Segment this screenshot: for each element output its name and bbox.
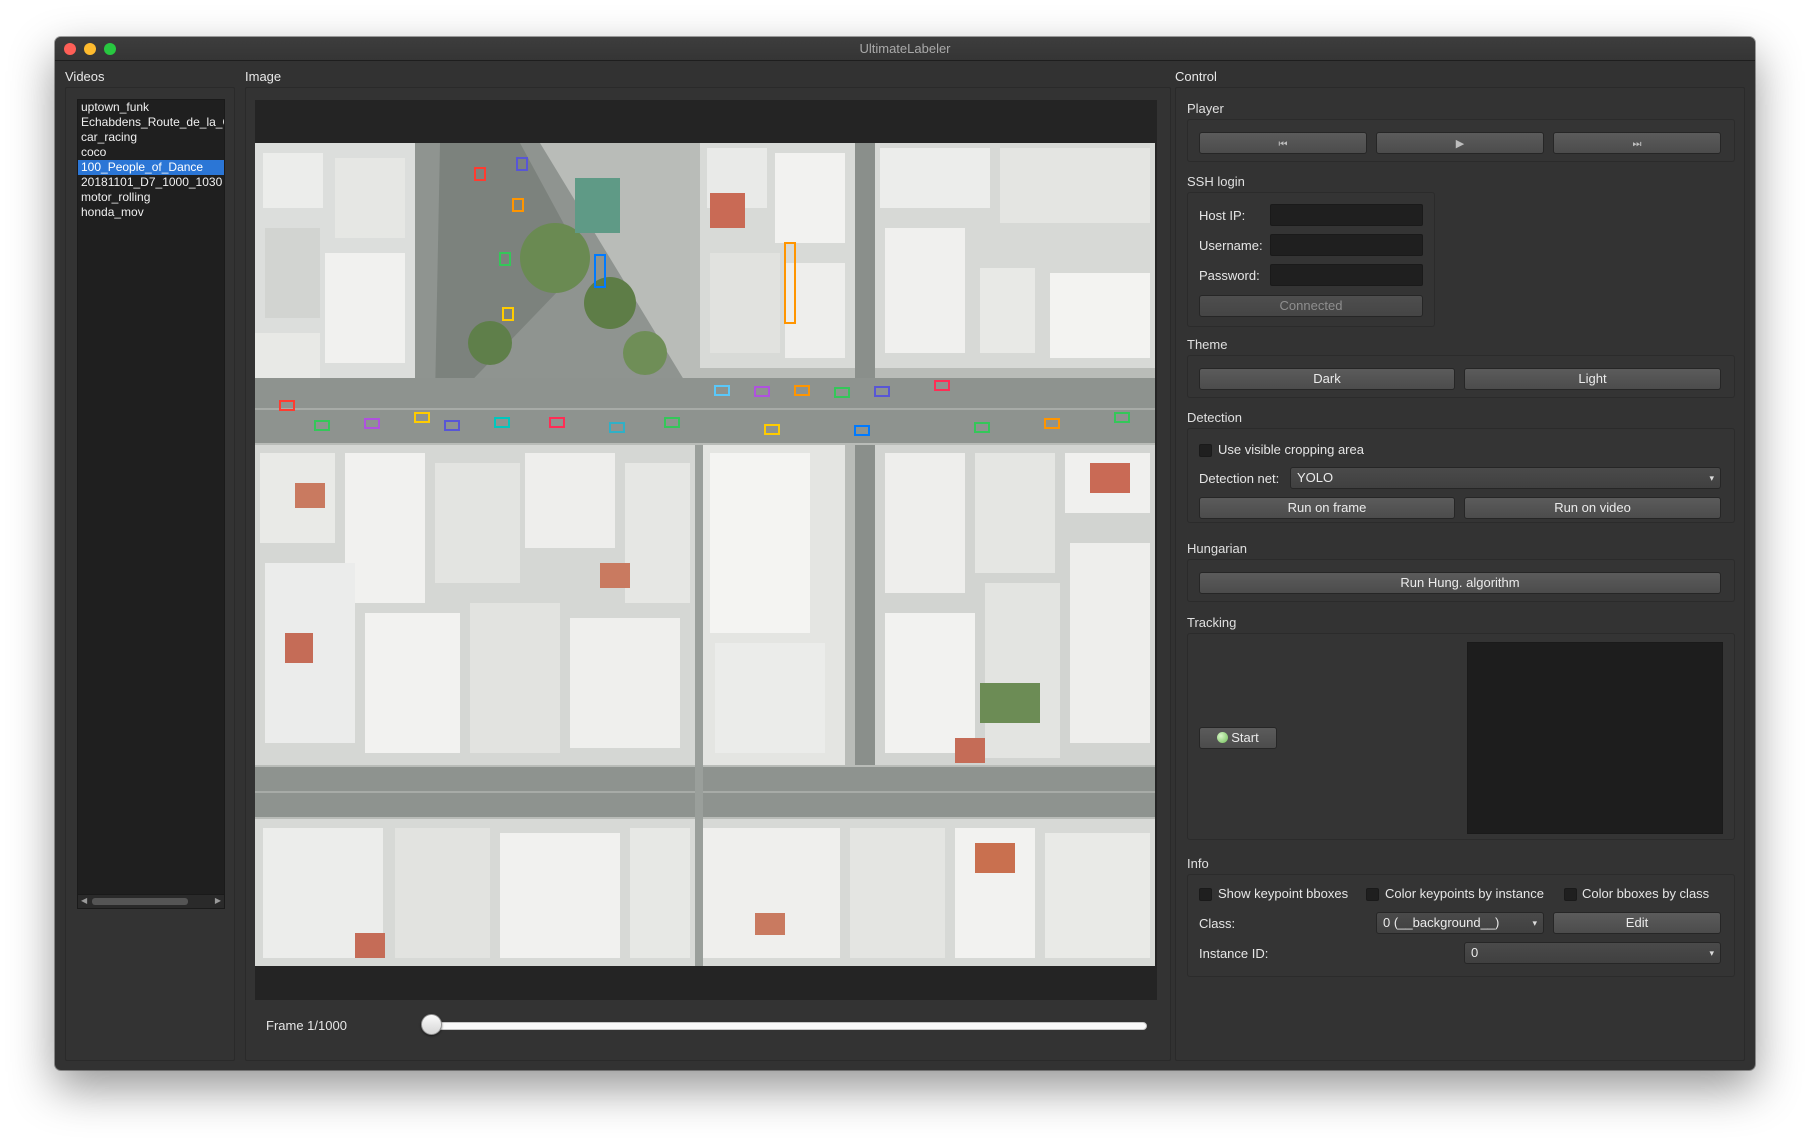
class-value: 0 (__background__) <box>1383 915 1500 930</box>
tracking-preview <box>1467 642 1723 834</box>
ssh-title: SSH login <box>1187 174 1245 189</box>
video-list-item[interactable]: coco <box>78 145 224 160</box>
class-label: Class: <box>1199 916 1236 931</box>
instance-id-select[interactable]: 0 ▾ <box>1464 942 1721 964</box>
theme-title: Theme <box>1187 337 1228 352</box>
color-bboxes-checkbox[interactable] <box>1564 888 1577 901</box>
scrollbar-thumb[interactable] <box>92 898 188 905</box>
detection-net-label: Detection net: <box>1199 471 1280 486</box>
control-label: Control <box>1175 69 1217 84</box>
cropping-area-label: Use visible cropping area <box>1218 442 1364 457</box>
color-keypoints-checkbox[interactable] <box>1366 888 1379 901</box>
password-input[interactable] <box>1270 264 1423 286</box>
detection-net-select[interactable]: YOLO ▾ <box>1290 467 1721 489</box>
light-theme-button[interactable]: Light <box>1464 368 1721 390</box>
aerial-city-image <box>255 143 1155 966</box>
password-label: Password: <box>1199 268 1260 283</box>
videos-label: Videos <box>65 69 105 84</box>
next-frame-button[interactable]: ⏭ <box>1553 132 1721 154</box>
previous-frame-button[interactable]: ⏮ <box>1199 132 1367 154</box>
color-bboxes-label: Color bboxes by class <box>1582 886 1710 901</box>
host-ip-label: Host IP: <box>1199 208 1246 223</box>
video-list-item[interactable]: honda_mov <box>78 205 224 220</box>
chevron-down-icon: ▾ <box>1532 918 1537 928</box>
player-title: Player <box>1187 101 1224 116</box>
video-list-item[interactable]: 100_People_of_Dance <box>78 160 224 175</box>
chevron-down-icon: ▾ <box>1709 473 1714 483</box>
play-icon: ▶ <box>1455 138 1465 150</box>
host-ip-input[interactable] <box>1270 204 1423 226</box>
video-list[interactable]: uptown_funk Echabdens_Route_de_la_C car_ra… <box>77 99 225 909</box>
image-viewer[interactable] <box>255 100 1157 1000</box>
app-window: UltimateLabeler Videos uptown_funk Echabd… <box>55 37 1755 1070</box>
info-title: Info <box>1187 856 1209 871</box>
hungarian-title: Hungarian <box>1187 541 1247 556</box>
video-list-item[interactable]: Echabdens_Route_de_la_C <box>78 115 224 130</box>
instance-id-label: Instance ID: <box>1199 946 1269 961</box>
show-keypoint-bboxes-checkbox[interactable] <box>1199 888 1212 901</box>
show-keypoint-bboxes-label: Show keypoint bboxes <box>1218 886 1349 901</box>
detection-title: Detection <box>1187 410 1242 425</box>
cropping-area-checkbox[interactable] <box>1199 444 1212 457</box>
window-title: UltimateLabeler <box>859 41 951 56</box>
frame-slider-handle[interactable] <box>421 1014 442 1035</box>
run-on-video-button[interactable]: Run on video <box>1464 497 1721 519</box>
video-list-item[interactable]: 20181101_D7_1000_1030 <box>78 175 224 190</box>
dark-theme-button[interactable]: Dark <box>1199 368 1455 390</box>
username-label: Username: <box>1199 238 1263 253</box>
skip-forward-icon: ⏭ <box>1632 139 1642 150</box>
status-led-icon <box>1217 732 1229 743</box>
username-input[interactable] <box>1270 234 1423 256</box>
video-list-hscrollbar[interactable]: ◀ ▶ <box>78 894 224 908</box>
edit-class-button[interactable]: Edit <box>1553 912 1721 934</box>
frame-label: Frame 1/1000 <box>266 1018 347 1033</box>
color-keypoints-label: Color keypoints by instance <box>1385 886 1544 901</box>
scroll-right-icon[interactable]: ▶ <box>215 896 221 905</box>
run-hungarian-button[interactable]: Run Hung. algorithm <box>1199 572 1721 594</box>
video-list-item[interactable]: motor_rolling <box>78 190 224 205</box>
detection-net-value: YOLO <box>1297 470 1334 485</box>
class-select[interactable]: 0 (__background__) ▾ <box>1376 912 1544 934</box>
image-label: Image <box>245 69 282 84</box>
start-tracking-label: Start <box>1231 730 1259 745</box>
play-button[interactable]: ▶ <box>1376 132 1544 154</box>
aerial-video-frame[interactable] <box>255 143 1155 966</box>
tracking-title: Tracking <box>1187 615 1237 630</box>
run-on-frame-button[interactable]: Run on frame <box>1199 497 1455 519</box>
chevron-down-icon: ▾ <box>1709 948 1714 958</box>
skip-back-icon: ⏮ <box>1278 139 1288 150</box>
scroll-left-icon[interactable]: ◀ <box>81 896 87 905</box>
title-bar: UltimateLabeler <box>55 37 1755 61</box>
frame-slider-track[interactable] <box>429 1022 1147 1030</box>
video-list-item[interactable]: uptown_funk <box>78 100 224 115</box>
start-tracking-button[interactable]: Start <box>1199 727 1277 749</box>
connect-button[interactable]: Connected <box>1199 295 1423 317</box>
video-list-item[interactable]: car_racing <box>78 130 224 145</box>
instance-id-value: 0 <box>1471 945 1479 960</box>
